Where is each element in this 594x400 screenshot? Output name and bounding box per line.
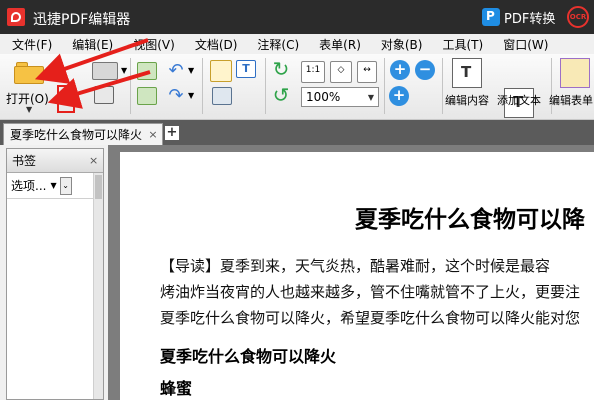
toolbar-separator [384, 58, 385, 114]
document-title: 夏季吃什么食物可以降 [355, 206, 585, 233]
bookmark-options-button[interactable]: 选项... [11, 177, 46, 194]
nav-forward-icon[interactable] [137, 87, 157, 105]
bookmark-panel-title: 书签 [12, 154, 37, 168]
document-tab-label: 夏季吃什么食物可以降火 [10, 128, 143, 142]
toolbar-separator [130, 58, 131, 114]
scrollbar-thumb[interactable] [95, 175, 102, 199]
pdf-convert-icon [482, 8, 500, 26]
text-select-icon[interactable]: T [236, 60, 256, 78]
document-viewer[interactable]: 夏季吃什么食物可以降 【导读】夏季到来，天气炎热，酷暑难耐，这个时候是最容 烤油… [108, 145, 594, 400]
menu-bar: 文件(F) 编辑(E) 视图(V) 文档(D) 注释(C) 表单(R) 对象(B… [0, 34, 594, 54]
open-dropdown-icon[interactable]: ▼ [26, 105, 32, 114]
menu-tools[interactable]: 工具(T) [442, 36, 483, 53]
menu-comment[interactable]: 注释(C) [257, 36, 299, 53]
expand-bookmarks-icon[interactable]: ⌄ [59, 176, 72, 195]
toolbar-separator [202, 58, 203, 114]
snapshot-icon[interactable] [212, 87, 232, 105]
zoom-select[interactable]: 100% ▼ [301, 87, 379, 107]
close-icon[interactable]: × [147, 128, 159, 141]
scanner-dropdown-icon[interactable]: ▼ [121, 66, 127, 75]
chevron-down-icon: ▼ [367, 92, 375, 102]
add-text-label[interactable]: 添加文本 [497, 92, 541, 108]
menu-edit[interactable]: 编辑(E) [72, 36, 113, 53]
edit-form-icon[interactable] [560, 58, 590, 88]
menu-window[interactable]: 窗口(W) [503, 36, 548, 53]
undo-dropdown-icon[interactable]: ▼ [188, 66, 194, 75]
open-folder-icon[interactable] [14, 60, 44, 84]
fit-width-icon[interactable]: ↔ [357, 61, 377, 83]
zoom-out-icon[interactable]: − [415, 60, 435, 80]
menu-file[interactable]: 文件(F) [12, 36, 52, 53]
app-title: 迅捷PDF编辑器 [33, 12, 131, 28]
new-tab-button[interactable]: + [165, 126, 179, 140]
menu-view[interactable]: 视图(V) [133, 36, 175, 53]
fit-page-icon[interactable]: ◇ [330, 61, 352, 83]
paragraph-line: 【导读】夏季到来，天气炎热，酷暑难耐，这个时候是最容 [160, 257, 551, 275]
menu-object[interactable]: 对象(B) [381, 36, 423, 53]
ocr-icon[interactable]: OCR [567, 6, 589, 28]
pdf-convert-label: PDF转换 [504, 11, 556, 27]
menu-form[interactable]: 表单(R) [319, 36, 361, 53]
zoom-plus-icon[interactable]: + [389, 86, 409, 106]
zoom-value: 100% [306, 90, 341, 104]
edit-form-label[interactable]: 编辑表单 [549, 92, 593, 108]
toolbar-separator [442, 58, 443, 114]
chevron-down-icon[interactable]: ▼ [50, 181, 56, 190]
edit-content-icon[interactable] [452, 58, 482, 88]
pdf-convert-button[interactable]: PDF转换 [482, 6, 555, 28]
section-heading: 夏季吃什么食物可以降火 [160, 347, 337, 366]
close-icon[interactable]: × [89, 154, 103, 167]
scanner-icon[interactable] [92, 62, 118, 80]
nav-back-icon[interactable] [137, 62, 157, 80]
rotate-counterclockwise-icon[interactable]: ↺ [271, 85, 291, 105]
redo-icon[interactable]: ↷ [166, 87, 186, 105]
printer-icon[interactable] [94, 86, 114, 104]
zoom-in-icon[interactable]: + [390, 60, 410, 80]
bookmark-panel: 书签 × 选项... ▼ ⌄ [6, 148, 104, 400]
open-button-label[interactable]: 打开(O)... [6, 90, 60, 107]
document-tab-strip: 夏季吃什么食物可以降火 × + [0, 120, 594, 145]
actual-size-icon[interactable]: 1:1 [301, 61, 325, 83]
pdf-page[interactable]: 夏季吃什么食物可以降 【导读】夏季到来，天气炎热，酷暑难耐，这个时候是最容 烤油… [120, 152, 594, 400]
hand-tool-icon[interactable] [210, 60, 232, 82]
edit-content-label[interactable]: 编辑内容 [445, 92, 489, 108]
section-heading: 蜂蜜 [160, 379, 193, 398]
bookmark-options-bar: 选项... ▼ ⌄ [7, 173, 103, 199]
toolbar-separator [265, 58, 266, 114]
bookmark-scrollbar[interactable] [93, 173, 103, 399]
app-logo-icon [7, 8, 25, 26]
toolbar: 打开(O)... ▼ ▼ ↶ ▼ ↷ ▼ T ↻ ↺ 1:1 ◇ ↔ 100% … [0, 54, 594, 120]
menu-document[interactable]: 文档(D) [195, 36, 238, 53]
redo-dropdown-icon[interactable]: ▼ [188, 91, 194, 100]
undo-icon[interactable]: ↶ [166, 62, 186, 80]
paragraph-line: 夏季吃什么食物可以降火，希望夏季吃什么食物可以降火能对您 [160, 309, 581, 327]
title-bar: 迅捷PDF编辑器 PDF转换 OCR [0, 0, 594, 34]
document-tab[interactable]: 夏季吃什么食物可以降火 × [3, 123, 163, 145]
bookmark-panel-header: 书签 × [7, 149, 103, 173]
paragraph-line: 烤油炸当夜宵的人也越来越多，管不住嘴就管不了上火，更要注 [160, 283, 581, 301]
rotate-clockwise-icon[interactable]: ↻ [271, 59, 291, 79]
